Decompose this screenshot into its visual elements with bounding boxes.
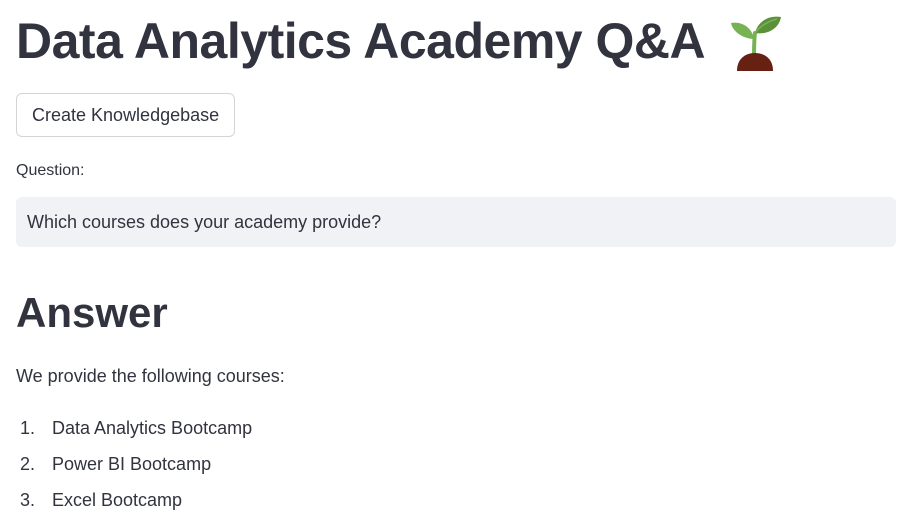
title-row: Data Analytics Academy Q&A [16,8,785,74]
list-item-number: 1. [20,418,36,438]
list-item: 2. Power BI Bootcamp [16,454,252,490]
question-label: Question: [16,162,85,179]
list-item-text: Power BI Bootcamp [52,454,212,474]
list-item-number: 3. [20,490,36,510]
seedling-icon [725,11,785,71]
list-item: 1. Data Analytics Bootcamp [16,418,252,454]
list-item-text: Data Analytics Bootcamp [52,418,253,438]
create-knowledgebase-button[interactable]: Create Knowledgebase [16,93,236,137]
question-input[interactable]: Which courses does your academy provide? [16,197,896,247]
list-item-text: Excel Bootcamp [52,490,183,510]
course-list: 1. Data Analytics Bootcamp 2. Power BI B… [16,418,252,526]
answer-intro: We provide the following courses: [16,366,285,386]
page-title: Data Analytics Academy Q&A [16,13,706,69]
list-item-number: 2. [20,454,36,474]
answer-heading: Answer [16,289,168,336]
